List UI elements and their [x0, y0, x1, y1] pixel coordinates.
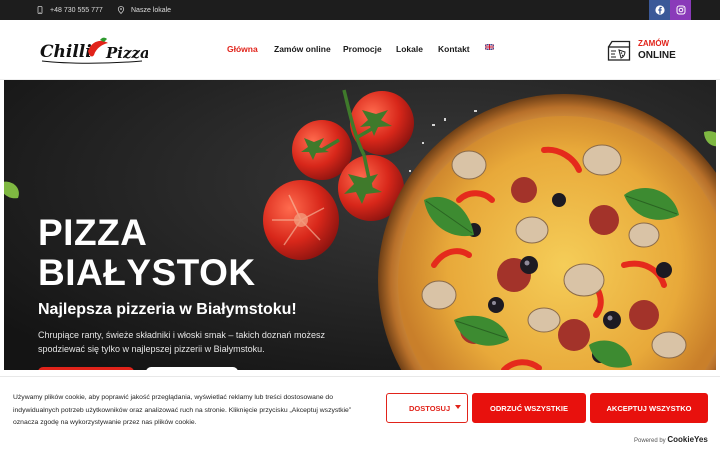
svg-text:Chilli: Chilli	[40, 42, 92, 62]
caret-down-icon	[455, 405, 461, 409]
nav-locations[interactable]: Lokale	[396, 44, 423, 54]
nav-order-online[interactable]: Zamów online	[274, 44, 331, 54]
site-header: Chilli Pizza Główna Zamów online Promocj…	[0, 20, 720, 80]
chilli-pizza-logo[interactable]: Chilli Pizza	[38, 34, 148, 66]
powered-by[interactable]: Powered by CookieYes	[634, 435, 708, 444]
reject-all-button[interactable]: ODRZUĆ WSZYSTKIE	[472, 393, 586, 423]
pizza-box-icon	[607, 40, 631, 61]
locations-label: Nasze lokale	[131, 6, 172, 14]
facebook-button[interactable]	[649, 0, 670, 20]
phone-icon	[37, 6, 43, 14]
hero-secondary-button[interactable]	[146, 367, 238, 370]
customize-label: DOSTOSUJ	[409, 403, 451, 413]
facebook-icon	[654, 5, 665, 15]
cookie-banner: Używamy plików cookie, aby poprawić jako…	[0, 376, 720, 450]
order-label-line1: ZAMÓW	[638, 39, 670, 48]
nav-home[interactable]: Główna	[227, 44, 258, 54]
cookie-message: Używamy plików cookie, aby poprawić jako…	[13, 394, 352, 426]
instagram-icon	[676, 5, 685, 15]
accept-all-button[interactable]: AKCEPTUJ WSZYSTKO	[590, 393, 708, 423]
hero-title-line1: PIZZA	[38, 212, 148, 253]
top-bar: +48 730 555 777 Nasze lokale	[0, 0, 720, 20]
customize-button[interactable]: DOSTOSUJ	[386, 393, 468, 423]
powered-by-label: Powered by	[634, 438, 666, 444]
instagram-button[interactable]	[670, 0, 691, 20]
hero-primary-button[interactable]	[38, 367, 134, 370]
order-online-button[interactable]: ZAMÓW ONLINE	[607, 38, 687, 64]
svg-text:Pizza: Pizza	[105, 44, 148, 62]
cookieyes-brand: CookieYes	[667, 435, 708, 444]
hero-banner: PIZZA BIAŁYSTOK Najlepsza pizzeria w Bia…	[4, 80, 716, 370]
uk-flag-icon[interactable]	[485, 44, 494, 50]
phone-contact[interactable]: +48 730 555 777	[36, 6, 103, 14]
nav-contact[interactable]: Kontakt	[438, 44, 470, 54]
phone-number: +48 730 555 777	[50, 6, 103, 14]
locations-link[interactable]: Nasze lokale	[117, 6, 171, 14]
order-label-line2: ONLINE	[638, 50, 676, 61]
nav-promotions[interactable]: Promocje	[343, 44, 382, 54]
location-pin-icon	[117, 6, 125, 14]
hero-description: Chrupiące ranty, świeże składniki i włos…	[38, 330, 325, 354]
hero-subtitle: Najlepsza pizzeria w Białymstoku!	[38, 301, 297, 318]
hero-title-line2: BIAŁYSTOK	[38, 252, 256, 293]
